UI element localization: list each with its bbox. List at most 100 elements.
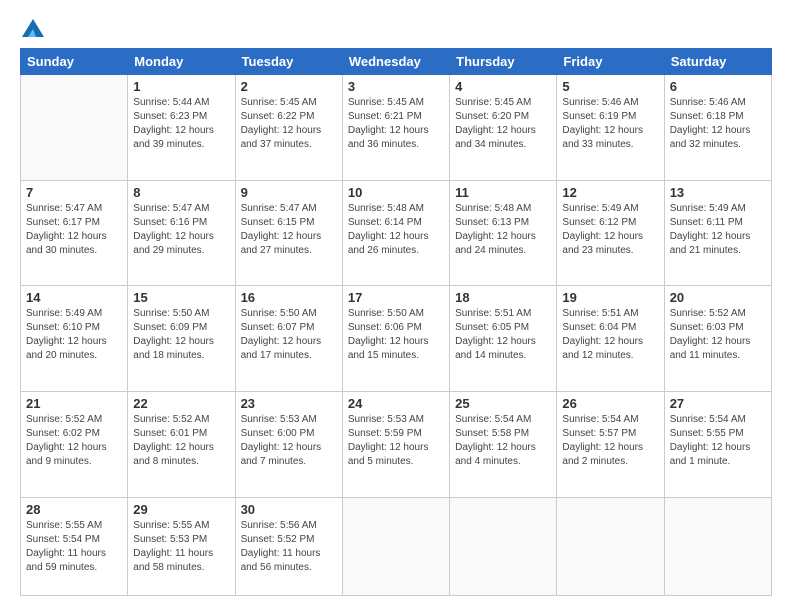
calendar-cell: 6 Sunrise: 5:46 AM Sunset: 6:18 PM Daylig… — [664, 75, 771, 181]
day-number: 3 — [348, 79, 444, 94]
day-number: 4 — [455, 79, 551, 94]
day-number: 10 — [348, 185, 444, 200]
day-number: 13 — [670, 185, 766, 200]
day-number: 24 — [348, 396, 444, 411]
day-number: 16 — [241, 290, 337, 305]
logo — [20, 16, 44, 38]
day-number: 25 — [455, 396, 551, 411]
day-number: 8 — [133, 185, 229, 200]
day-number: 1 — [133, 79, 229, 94]
day-header-tuesday: Tuesday — [235, 49, 342, 75]
week-row-1: 1 Sunrise: 5:44 AM Sunset: 6:23 PM Daylig… — [21, 75, 772, 181]
day-info: Sunrise: 5:45 AM Sunset: 6:20 PM Dayligh… — [455, 96, 551, 152]
calendar-cell: 23 Sunrise: 5:53 AM Sunset: 6:00 PM Dayli… — [235, 391, 342, 497]
calendar-cell: 30 Sunrise: 5:56 AM Sunset: 5:52 PM Dayli… — [235, 497, 342, 596]
calendar-cell: 14 Sunrise: 5:49 AM Sunset: 6:10 PM Dayli… — [21, 286, 128, 392]
calendar-cell — [342, 497, 449, 596]
day-info: Sunrise: 5:49 AM Sunset: 6:11 PM Dayligh… — [670, 202, 766, 258]
calendar-cell: 27Sunrise: 5:54 AM Sunset: 5:55 PM Dayli… — [664, 391, 771, 497]
day-number: 9 — [241, 185, 337, 200]
calendar-body: 1 Sunrise: 5:44 AM Sunset: 6:23 PM Daylig… — [21, 75, 772, 596]
day-number: 12 — [562, 185, 658, 200]
page: SundayMondayTuesdayWednesdayThursdayFrid… — [0, 0, 792, 612]
day-number: 18 — [455, 290, 551, 305]
calendar-cell: 28 Sunrise: 5:55 AM Sunset: 5:54 PM Dayli… — [21, 497, 128, 596]
calendar-cell: 25 Sunrise: 5:54 AM Sunset: 5:58 PM Dayli… — [450, 391, 557, 497]
calendar-cell: 8 Sunrise: 5:47 AM Sunset: 6:16 PM Daylig… — [128, 180, 235, 286]
day-number: 21 — [26, 396, 122, 411]
calendar-cell: 4 Sunrise: 5:45 AM Sunset: 6:20 PM Daylig… — [450, 75, 557, 181]
day-info: Sunrise: 5:55 AM Sunset: 5:54 PM Dayligh… — [26, 519, 122, 575]
logo-icon — [22, 19, 44, 37]
calendar-cell: 7Sunrise: 5:47 AM Sunset: 6:17 PM Daylig… — [21, 180, 128, 286]
calendar-cell — [664, 497, 771, 596]
day-info: Sunrise: 5:47 AM Sunset: 6:16 PM Dayligh… — [133, 202, 229, 258]
day-number: 14 — [26, 290, 122, 305]
day-info: Sunrise: 5:44 AM Sunset: 6:23 PM Dayligh… — [133, 96, 229, 152]
day-number: 19 — [562, 290, 658, 305]
week-row-2: 7Sunrise: 5:47 AM Sunset: 6:17 PM Daylig… — [21, 180, 772, 286]
day-number: 26 — [562, 396, 658, 411]
calendar-cell — [557, 497, 664, 596]
calendar-cell: 10 Sunrise: 5:48 AM Sunset: 6:14 PM Dayli… — [342, 180, 449, 286]
calendar-cell: 19 Sunrise: 5:51 AM Sunset: 6:04 PM Dayli… — [557, 286, 664, 392]
calendar-cell: 13 Sunrise: 5:49 AM Sunset: 6:11 PM Dayli… — [664, 180, 771, 286]
calendar-header-row: SundayMondayTuesdayWednesdayThursdayFrid… — [21, 49, 772, 75]
day-number: 23 — [241, 396, 337, 411]
day-info: Sunrise: 5:51 AM Sunset: 6:05 PM Dayligh… — [455, 307, 551, 363]
day-header-thursday: Thursday — [450, 49, 557, 75]
calendar-cell: 2Sunrise: 5:45 AM Sunset: 6:22 PM Daylig… — [235, 75, 342, 181]
day-number: 6 — [670, 79, 766, 94]
day-info: Sunrise: 5:49 AM Sunset: 6:10 PM Dayligh… — [26, 307, 122, 363]
day-number: 7 — [26, 185, 122, 200]
day-info: Sunrise: 5:46 AM Sunset: 6:19 PM Dayligh… — [562, 96, 658, 152]
day-number: 15 — [133, 290, 229, 305]
day-info: Sunrise: 5:54 AM Sunset: 5:57 PM Dayligh… — [562, 413, 658, 469]
day-info: Sunrise: 5:48 AM Sunset: 6:13 PM Dayligh… — [455, 202, 551, 258]
day-number: 30 — [241, 502, 337, 517]
calendar-cell: 3 Sunrise: 5:45 AM Sunset: 6:21 PM Daylig… — [342, 75, 449, 181]
day-info: Sunrise: 5:52 AM Sunset: 6:01 PM Dayligh… — [133, 413, 229, 469]
day-info: Sunrise: 5:49 AM Sunset: 6:12 PM Dayligh… — [562, 202, 658, 258]
day-info: Sunrise: 5:51 AM Sunset: 6:04 PM Dayligh… — [562, 307, 658, 363]
day-header-friday: Friday — [557, 49, 664, 75]
day-info: Sunrise: 5:50 AM Sunset: 6:07 PM Dayligh… — [241, 307, 337, 363]
day-header-wednesday: Wednesday — [342, 49, 449, 75]
calendar-cell — [450, 497, 557, 596]
calendar-cell: 12 Sunrise: 5:49 AM Sunset: 6:12 PM Dayli… — [557, 180, 664, 286]
calendar-cell: 20Sunrise: 5:52 AM Sunset: 6:03 PM Dayli… — [664, 286, 771, 392]
day-info: Sunrise: 5:52 AM Sunset: 6:02 PM Dayligh… — [26, 413, 122, 469]
header — [20, 16, 772, 38]
day-number: 29 — [133, 502, 229, 517]
week-row-5: 28 Sunrise: 5:55 AM Sunset: 5:54 PM Dayli… — [21, 497, 772, 596]
day-info: Sunrise: 5:50 AM Sunset: 6:09 PM Dayligh… — [133, 307, 229, 363]
calendar-cell: 29Sunrise: 5:55 AM Sunset: 5:53 PM Dayli… — [128, 497, 235, 596]
day-number: 5 — [562, 79, 658, 94]
week-row-4: 21 Sunrise: 5:52 AM Sunset: 6:02 PM Dayli… — [21, 391, 772, 497]
day-number: 27 — [670, 396, 766, 411]
day-info: Sunrise: 5:46 AM Sunset: 6:18 PM Dayligh… — [670, 96, 766, 152]
day-info: Sunrise: 5:56 AM Sunset: 5:52 PM Dayligh… — [241, 519, 337, 575]
day-number: 28 — [26, 502, 122, 517]
calendar-cell: 1 Sunrise: 5:44 AM Sunset: 6:23 PM Daylig… — [128, 75, 235, 181]
calendar-cell: 15 Sunrise: 5:50 AM Sunset: 6:09 PM Dayli… — [128, 286, 235, 392]
day-header-saturday: Saturday — [664, 49, 771, 75]
day-info: Sunrise: 5:45 AM Sunset: 6:21 PM Dayligh… — [348, 96, 444, 152]
day-number: 22 — [133, 396, 229, 411]
calendar-cell: 11 Sunrise: 5:48 AM Sunset: 6:13 PM Dayli… — [450, 180, 557, 286]
day-header-sunday: Sunday — [21, 49, 128, 75]
day-info: Sunrise: 5:48 AM Sunset: 6:14 PM Dayligh… — [348, 202, 444, 258]
day-number: 17 — [348, 290, 444, 305]
calendar-cell: 22 Sunrise: 5:52 AM Sunset: 6:01 PM Dayli… — [128, 391, 235, 497]
week-row-3: 14 Sunrise: 5:49 AM Sunset: 6:10 PM Dayli… — [21, 286, 772, 392]
day-number: 2 — [241, 79, 337, 94]
calendar-table: SundayMondayTuesdayWednesdayThursdayFrid… — [20, 48, 772, 596]
day-info: Sunrise: 5:54 AM Sunset: 5:58 PM Dayligh… — [455, 413, 551, 469]
day-info: Sunrise: 5:50 AM Sunset: 6:06 PM Dayligh… — [348, 307, 444, 363]
calendar-cell: 21 Sunrise: 5:52 AM Sunset: 6:02 PM Dayli… — [21, 391, 128, 497]
day-number: 11 — [455, 185, 551, 200]
day-number: 20 — [670, 290, 766, 305]
calendar-cell: 5 Sunrise: 5:46 AM Sunset: 6:19 PM Daylig… — [557, 75, 664, 181]
day-info: Sunrise: 5:53 AM Sunset: 6:00 PM Dayligh… — [241, 413, 337, 469]
calendar-cell: 26 Sunrise: 5:54 AM Sunset: 5:57 PM Dayli… — [557, 391, 664, 497]
